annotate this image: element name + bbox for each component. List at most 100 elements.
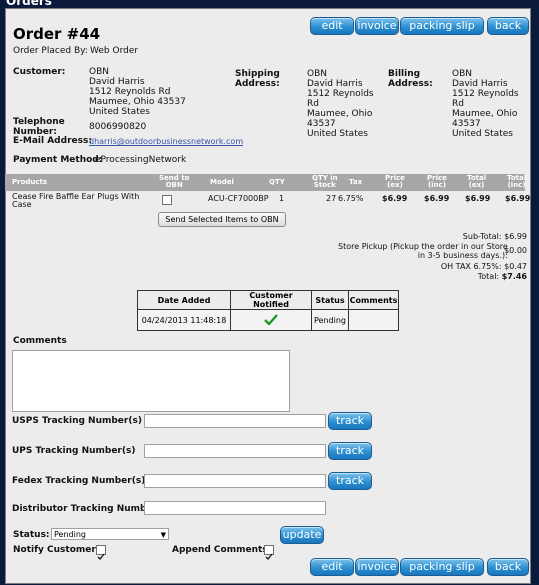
window-title: Orders: [6, 0, 52, 8]
billing-line: 43537: [452, 119, 481, 129]
col-total-ex-line: (ex): [468, 181, 485, 189]
pickup-value: $0.00: [504, 246, 527, 255]
subtotal: Sub-Total: $6.99: [462, 232, 527, 241]
billing-line: Rd: [452, 99, 464, 109]
check-icon: [264, 313, 278, 326]
shipping-label-line: Address:: [235, 79, 280, 89]
billing-line: David Harris: [452, 79, 508, 89]
notify-customer-checkbox[interactable]: [96, 545, 106, 561]
edit-button-bottom[interactable]: edit: [310, 558, 354, 576]
total-value: $7.46: [501, 272, 527, 281]
status-label: Status:: [13, 530, 50, 540]
pickup-line: Store Pickup (Pickup the order in our St…: [338, 242, 508, 251]
billing-address: OBN David Harris 1512 Reynolds Rd Maumee…: [452, 69, 519, 139]
back-button-bottom[interactable]: back: [487, 558, 529, 576]
placed-by-value: Web Order: [90, 46, 139, 56]
comments-label: Comments: [13, 336, 67, 346]
back-button-top[interactable]: back: [487, 17, 529, 35]
col-total-inc-line: (inc): [507, 181, 526, 189]
history-comments: [348, 309, 399, 331]
edit-button-top[interactable]: edit: [310, 17, 354, 35]
billing-label: Billing Address:: [388, 69, 433, 89]
customer-line: United States: [89, 107, 150, 117]
status-history-table: Date Added Customer Notified Status Comm…: [137, 290, 399, 331]
tax-total: OH TAX 6.75%: $0.47: [440, 262, 527, 271]
history-status: Pending: [311, 309, 349, 331]
placed-by-label: Order Placed By:: [13, 46, 88, 56]
app-frame: Orders edit invoice packing slip back Or…: [0, 0, 539, 585]
shipping-line: Maumee, Ohio: [307, 109, 373, 119]
payment-label: Payment Method:: [13, 155, 103, 165]
invoice-button-bottom[interactable]: invoice: [355, 558, 399, 576]
telephone-label-line: Telephone: [13, 117, 65, 127]
history-header: Comments: [348, 290, 399, 310]
product-name: Cease Fire Baffle Ear Plugs With Case: [12, 193, 139, 209]
history-header: Customer Notified: [230, 290, 312, 310]
email-link[interactable]: dharris@outdoorbusinessnetwork.com: [89, 137, 243, 146]
billing-line: United States: [452, 129, 513, 139]
product-price-inc: $6.99: [424, 194, 450, 203]
packing-slip-button-top[interactable]: packing slip: [400, 17, 484, 35]
comments-textarea[interactable]: [12, 350, 290, 412]
check-icon: [265, 553, 273, 561]
fedex-input[interactable]: [144, 474, 326, 488]
page-title: Order #44: [13, 25, 101, 43]
ups-label: UPS Tracking Number(s): [12, 446, 136, 456]
status-select[interactable]: Pending ▼: [51, 528, 169, 540]
shipping-line: 1512 Reynolds: [307, 89, 374, 99]
history-date: 04/24/2013 11:48:18: [137, 309, 231, 331]
send-to-obn-checkbox[interactable]: [162, 195, 172, 205]
shipping-line: 43537: [307, 119, 336, 129]
col-send-to-obn: Send to OBN: [159, 175, 189, 189]
customer-address: OBN David Harris 1512 Reynolds Rd Maumee…: [89, 67, 186, 117]
email-label: E-Mail Address:: [13, 136, 92, 146]
telephone-label: Telephone Number:: [13, 117, 65, 137]
distributor-input[interactable]: [144, 501, 326, 515]
check-icon: [97, 553, 105, 561]
telephone-value: 8006990820: [89, 122, 147, 132]
billing-line: Maumee, Ohio: [452, 109, 518, 119]
usps-input[interactable]: [144, 414, 326, 428]
col-price-inc-line: (inc): [427, 181, 446, 189]
shipping-line: United States: [307, 129, 368, 139]
history-header: Date Added: [137, 290, 231, 310]
invoice-button-top[interactable]: invoice: [355, 17, 399, 35]
billing-line: 1512 Reynolds: [452, 89, 519, 99]
ups-track-button[interactable]: track: [328, 442, 372, 460]
append-comments-checkbox[interactable]: [264, 545, 274, 561]
billing-label-line: Address:: [388, 79, 433, 89]
col-model: Model: [210, 178, 234, 186]
col-tax: Tax: [349, 178, 363, 186]
col-stock-line: Stock: [313, 181, 336, 189]
fedex-label: Fedex Tracking Number(s): [12, 476, 146, 486]
update-button[interactable]: update: [280, 526, 324, 544]
shipping-address: OBN David Harris 1512 Reynolds Rd Maumee…: [307, 69, 374, 139]
packing-slip-button-bottom[interactable]: packing slip: [400, 558, 484, 576]
col-price-inc: Price (inc): [427, 175, 447, 189]
customer-line: 1512 Reynolds Rd: [89, 87, 171, 97]
history-header: Status: [311, 290, 349, 310]
pickup-line: in 3-5 business days.):: [417, 251, 508, 260]
payment-value: eProcessingNetwork: [95, 155, 187, 165]
product-stock: 27: [326, 194, 337, 203]
grand-total: Total: $7.46: [478, 272, 527, 281]
ups-input[interactable]: [144, 444, 326, 458]
notify-customer-label: Notify Customer:: [13, 545, 100, 555]
col-send-line: OBN: [165, 181, 183, 189]
product-total-inc: $6.99: [505, 194, 531, 203]
col-price-ex-line: (ex): [387, 181, 403, 189]
col-products: Products: [12, 178, 48, 186]
shipping-label-line: Shipping: [235, 69, 280, 79]
chevron-down-icon: ▼: [160, 531, 166, 539]
append-comments-label: Append Comments:: [172, 545, 272, 555]
product-qty: 1: [279, 194, 285, 203]
product-model: ACU-CF7000BP: [208, 194, 269, 203]
fedex-track-button[interactable]: track: [328, 472, 372, 490]
shipping-label: Shipping Address:: [235, 69, 280, 89]
billing-label-line: Billing: [388, 69, 421, 79]
col-price-ex: Price (ex): [385, 175, 405, 189]
pickup-label: Store Pickup (Pickup the order in our St…: [338, 242, 508, 260]
send-selected-button[interactable]: Send Selected Items to OBN: [158, 212, 286, 227]
col-qty: QTY: [269, 178, 285, 186]
usps-track-button[interactable]: track: [328, 412, 372, 430]
